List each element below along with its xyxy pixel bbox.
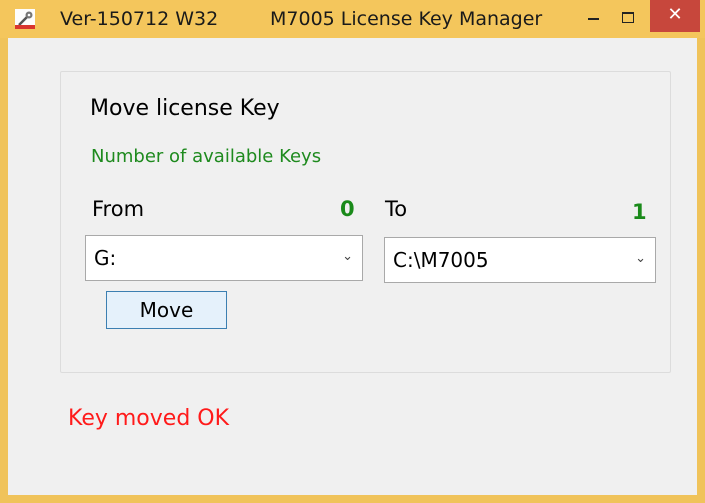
minimize-button[interactable] (573, 0, 613, 36)
chevron-down-icon[interactable]: ⌄ (635, 251, 646, 266)
chevron-down-icon[interactable]: ⌄ (342, 249, 353, 264)
window-title: M7005 License Key Manager (270, 8, 543, 30)
key-tool-icon[interactable] (15, 9, 35, 29)
from-drive-select[interactable]: G: ⌄ (85, 235, 363, 281)
from-count: 0 (340, 197, 355, 221)
to-drive-select[interactable]: C:\M7005 ⌄ (384, 237, 656, 283)
app-window: Ver-150712 W32 M7005 License Key Manager… (0, 0, 705, 503)
close-icon: ✕ (667, 4, 683, 25)
group-title: Move license Key (82, 96, 288, 121)
from-label: From (92, 197, 145, 221)
move-button[interactable]: Move (106, 291, 227, 329)
to-drive-value: C:\M7005 (393, 248, 489, 272)
window-title-version: Ver-150712 W32 (60, 8, 219, 30)
available-keys-label: Number of available Keys (91, 146, 322, 167)
title-bar[interactable]: Ver-150712 W32 M7005 License Key Manager… (0, 0, 705, 38)
to-label: To (385, 197, 408, 221)
maximize-button[interactable] (610, 0, 646, 36)
to-count: 1 (632, 200, 647, 224)
from-drive-value: G: (94, 246, 117, 270)
close-button[interactable]: ✕ (650, 0, 700, 32)
status-message: Key moved OK (68, 406, 230, 431)
